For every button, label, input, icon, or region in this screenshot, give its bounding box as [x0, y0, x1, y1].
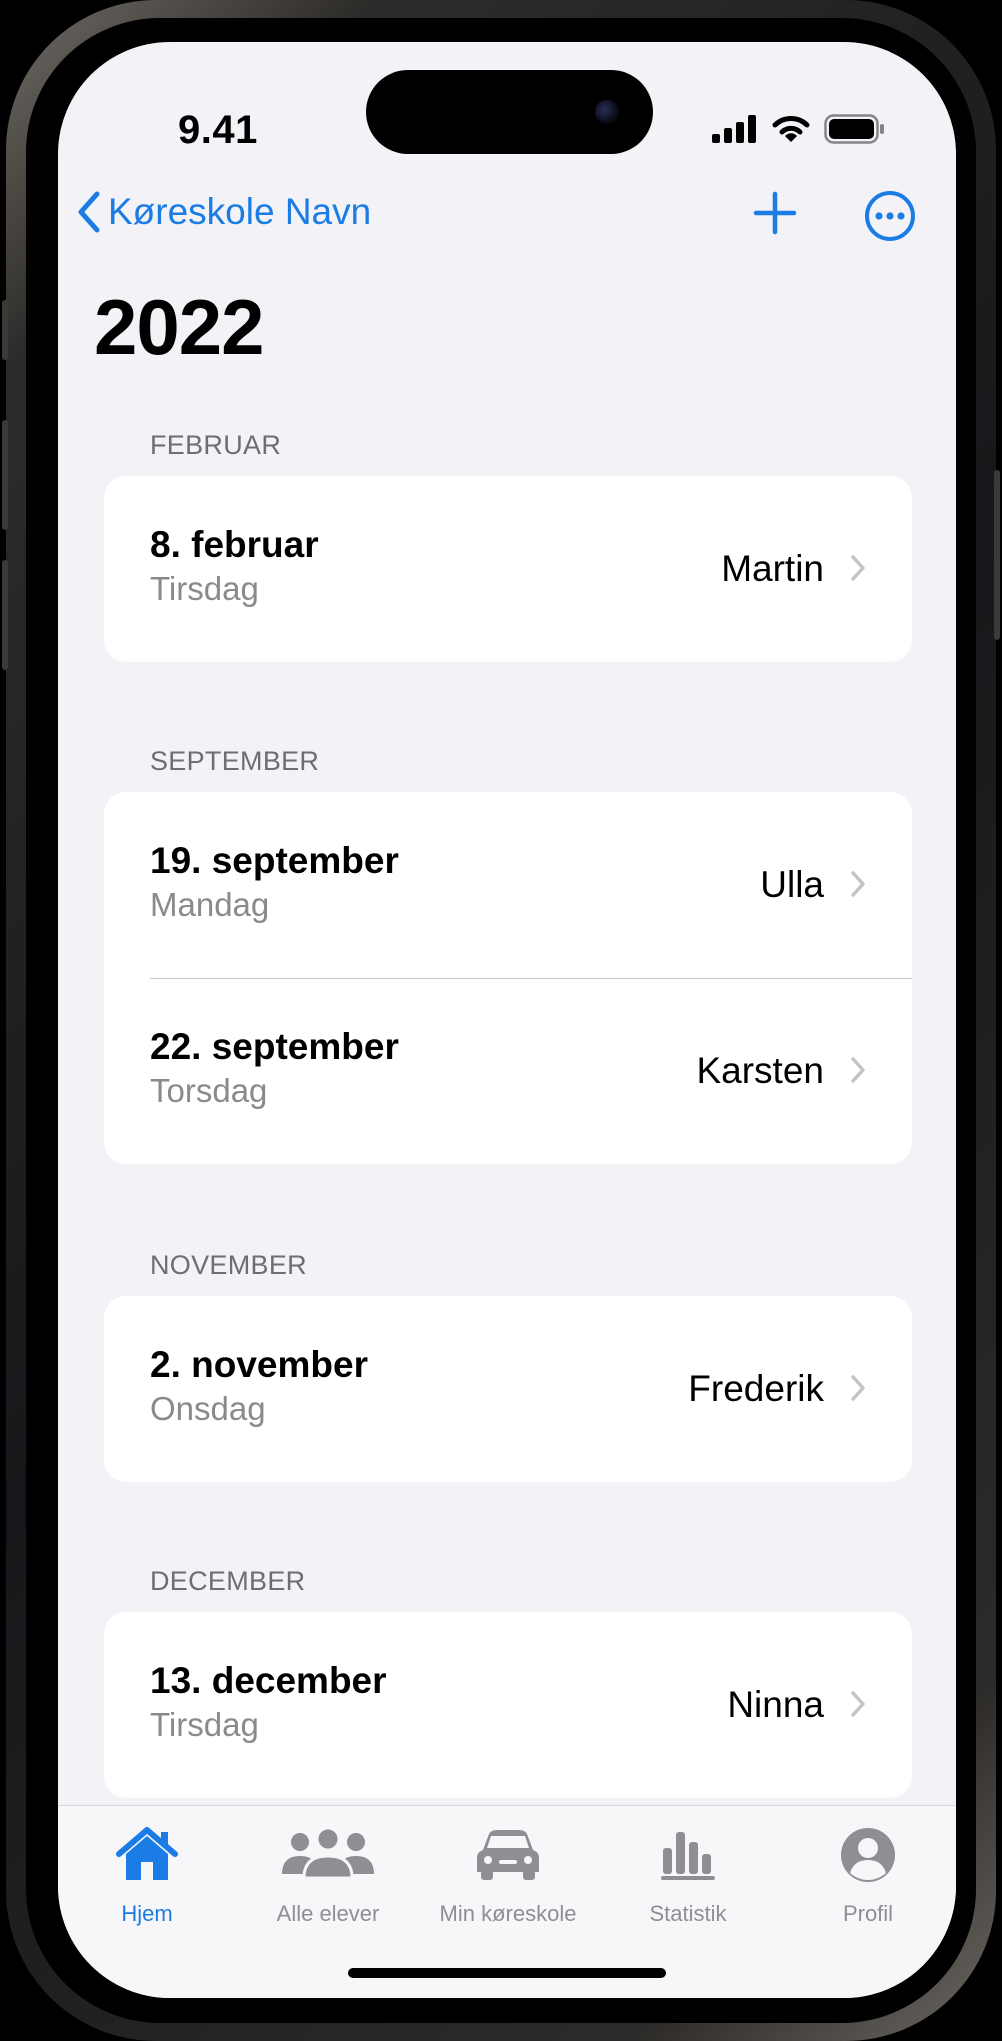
tab-label: Min køreskole [439, 1901, 577, 1926]
student-name: Karsten [696, 1050, 824, 1091]
lesson-weekday: Tirsdag [150, 1706, 259, 1743]
people-icon [282, 1826, 374, 1880]
battery-icon [824, 114, 884, 144]
back-button-label: Køreskole Navn [108, 191, 372, 232]
lesson-weekday: Torsdag [150, 1072, 268, 1109]
power-button [994, 470, 1000, 640]
lesson-date: 19. september [150, 840, 399, 881]
front-camera-icon [595, 100, 619, 124]
list-item[interactable]: 8. februar Tirsdag Martin [104, 476, 912, 662]
section-header-november: NOVEMBER [150, 1250, 307, 1280]
plus-icon [753, 191, 797, 235]
wifi-icon [772, 116, 810, 142]
list-item[interactable]: 22. september Torsdag Karsten [104, 978, 912, 1164]
section-header-december: DECEMBER [150, 1566, 306, 1596]
student-name: Frederik [688, 1368, 824, 1409]
lesson-weekday: Onsdag [150, 1390, 266, 1427]
screen: 9.41 Køreskole Navn 2022 FEBRUAR 8. febr… [58, 42, 956, 1998]
section-card-december: 13. december Tirsdag Ninna [104, 1612, 912, 1798]
house-icon [116, 1827, 178, 1880]
tab-label: Hjem [121, 1901, 173, 1926]
person-circle-icon [841, 1828, 895, 1882]
tab-profil[interactable]: Profil [778, 1806, 956, 1936]
section-card-februar: 8. februar Tirsdag Martin [104, 476, 912, 662]
more-button[interactable] [864, 190, 916, 242]
tab-min-koreskole[interactable]: Min køreskole [418, 1806, 598, 1936]
status-icons [712, 112, 886, 146]
chart-icon [661, 1832, 715, 1880]
list-item[interactable]: 13. december Tirsdag Ninna [104, 1612, 912, 1798]
add-button[interactable] [752, 190, 798, 236]
lesson-date: 13. december [150, 1660, 387, 1701]
volume-down-button [2, 560, 8, 670]
section-card-september: 19. september Mandag Ulla 22. september … [104, 792, 912, 1164]
lesson-date: 22. september [150, 1026, 399, 1067]
lesson-weekday: Mandag [150, 886, 270, 923]
student-name: Martin [721, 548, 824, 589]
back-button[interactable]: Køreskole Navn [76, 190, 371, 234]
tab-label: Profil [842, 1901, 894, 1926]
action-button [2, 300, 8, 360]
list-item[interactable]: 19. september Mandag Ulla [104, 792, 912, 978]
chevron-right-icon [851, 555, 865, 581]
lesson-date: 2. november [150, 1344, 368, 1385]
page-title: 2022 [94, 283, 265, 371]
ellipsis-circle-icon [865, 191, 915, 241]
home-indicator[interactable] [348, 1968, 666, 1978]
section-card-november: 2. november Onsdag Frederik [104, 1296, 912, 1482]
lesson-weekday: Tirsdag [150, 570, 259, 607]
chevron-right-icon [851, 1375, 865, 1401]
lesson-date: 8. februar [150, 524, 319, 565]
dynamic-island [366, 70, 653, 154]
phone-frame: 9.41 Køreskole Navn 2022 FEBRUAR 8. febr… [2, 0, 1000, 2041]
status-time: 9.41 [178, 108, 258, 152]
volume-up-button [2, 420, 8, 530]
chevron-right-icon [851, 1057, 865, 1083]
chevron-left-icon [78, 191, 100, 233]
tab-hjem[interactable]: Hjem [58, 1806, 237, 1936]
cellular-signal-icon [712, 115, 756, 143]
tab-statistik[interactable]: Statistik [598, 1806, 778, 1936]
chevron-right-icon [851, 871, 865, 897]
tab-label: Statistik [649, 1901, 727, 1926]
student-name: Ulla [760, 864, 824, 905]
section-header-februar: FEBRUAR [150, 430, 282, 460]
list-item[interactable]: 2. november Onsdag Frederik [104, 1296, 912, 1482]
chevron-right-icon [851, 1691, 865, 1717]
student-name: Ninna [727, 1684, 824, 1725]
car-icon [477, 1830, 539, 1880]
section-header-september: SEPTEMBER [150, 746, 320, 776]
tab-alle-elever[interactable]: Alle elever [238, 1806, 418, 1936]
tab-label: Alle elever [276, 1901, 380, 1926]
